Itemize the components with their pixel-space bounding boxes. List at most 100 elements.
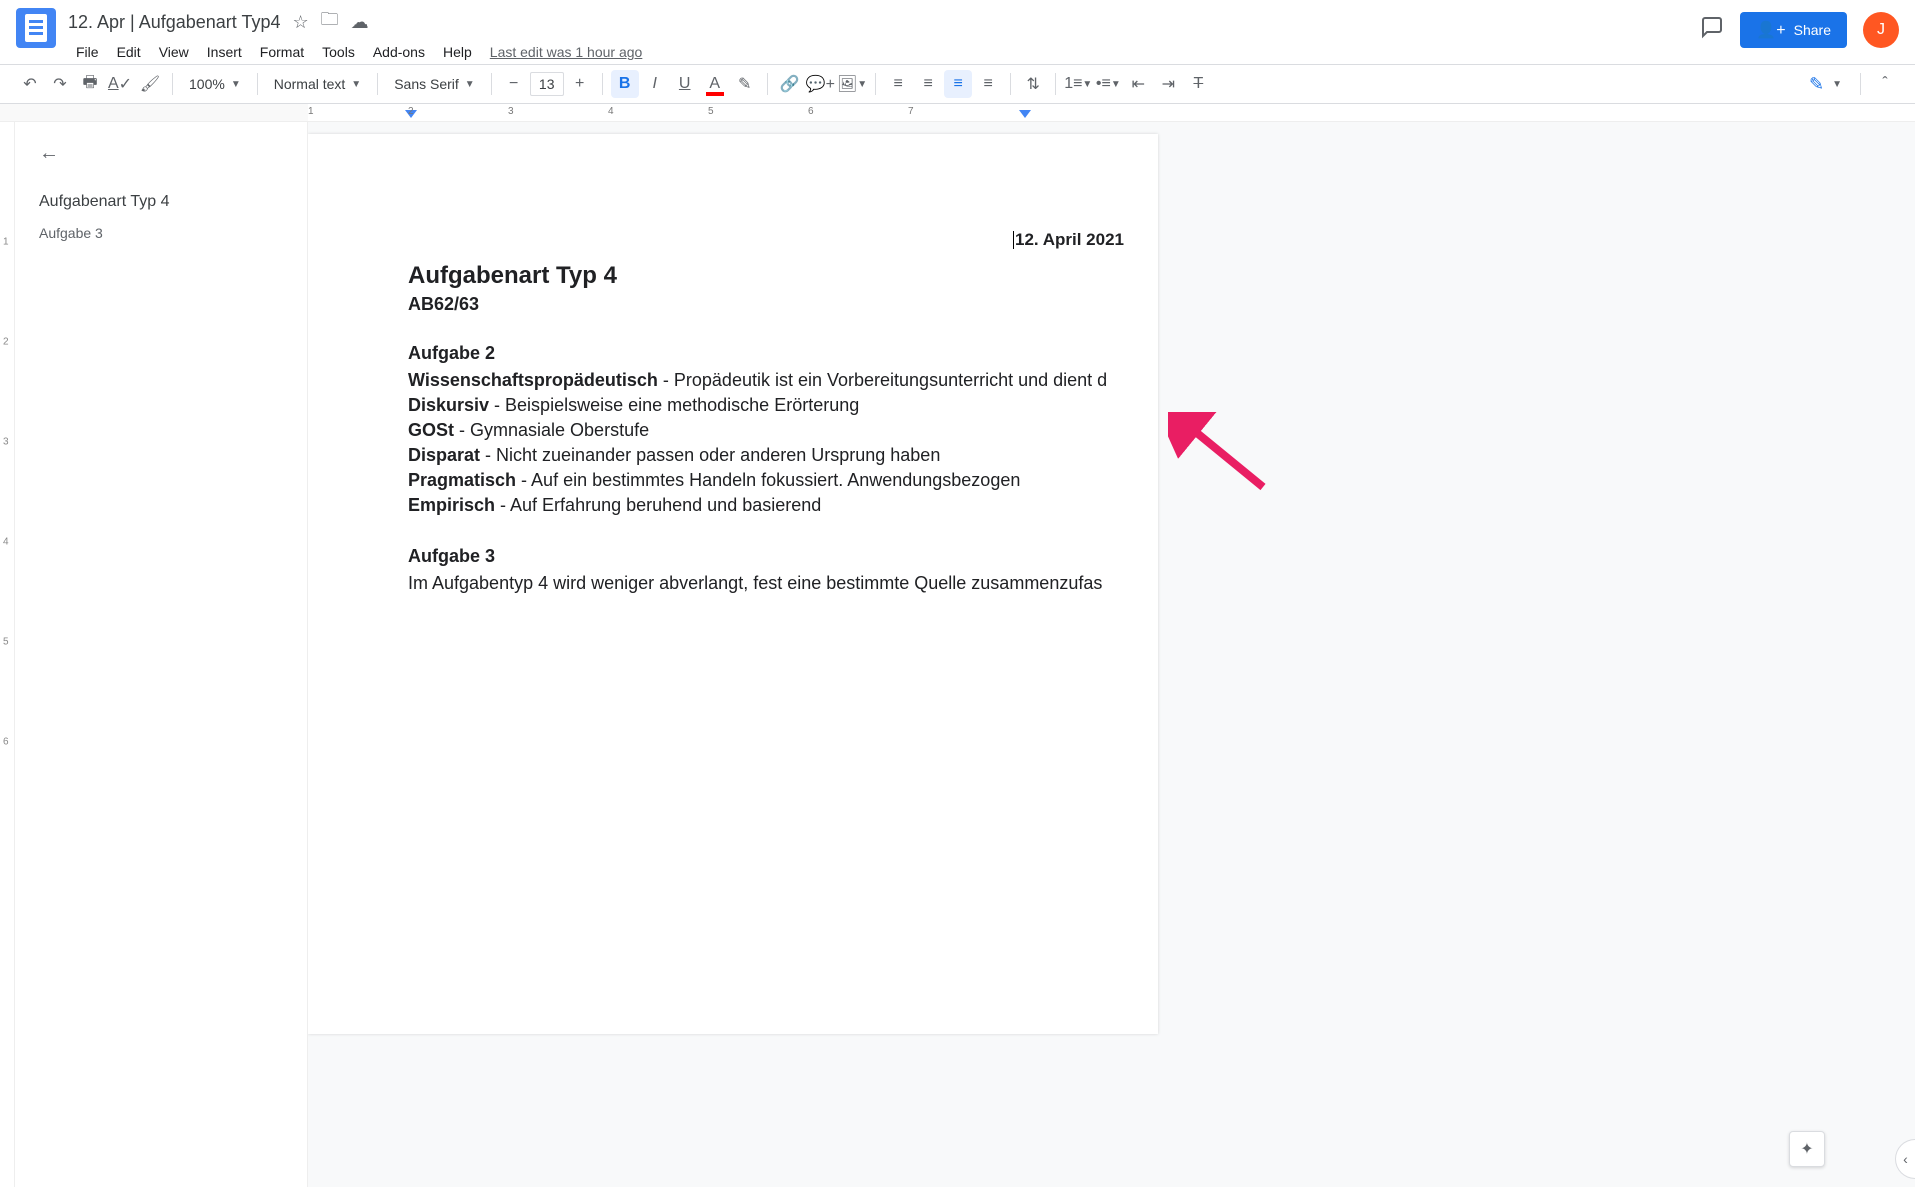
section-title[interactable]: Aufgabe 2	[408, 343, 1130, 364]
right-indent-marker[interactable]	[1019, 110, 1031, 118]
redo-button[interactable]: ↷	[46, 70, 74, 98]
bold-button[interactable]: B	[611, 70, 639, 98]
menu-edit[interactable]: Edit	[109, 40, 149, 64]
docs-logo-inner	[25, 14, 47, 42]
insert-comment-button[interactable]: 💬+	[806, 70, 835, 98]
font-size-decrease[interactable]: −	[500, 70, 528, 98]
ruler-mark: 3	[508, 106, 514, 117]
ruler-mark: 6	[808, 106, 814, 117]
insert-link-button[interactable]: 🔗	[776, 70, 804, 98]
separator	[1010, 73, 1011, 95]
paragraph-style-select[interactable]: Normal text ▼	[266, 70, 369, 98]
align-right-button[interactable]: ≡	[944, 70, 972, 98]
last-edit-link[interactable]: Last edit was 1 hour ago	[490, 44, 643, 60]
increase-indent-button[interactable]: ⇥	[1154, 70, 1182, 98]
decrease-indent-button[interactable]: ⇤	[1124, 70, 1152, 98]
separator	[172, 73, 173, 95]
v-ruler-mark: 2	[3, 337, 9, 348]
outline-item[interactable]: Aufgabenart Typ 4	[39, 185, 291, 219]
menu-insert[interactable]: Insert	[199, 40, 250, 64]
date-line[interactable]: 12. April 2021	[408, 230, 1130, 250]
align-left-button[interactable]: ≡	[884, 70, 912, 98]
separator	[1055, 73, 1056, 95]
clear-formatting-button[interactable]: T	[1184, 70, 1212, 98]
editing-mode-button[interactable]: ✎ ▼	[1801, 70, 1850, 99]
align-justify-button[interactable]: ≡	[974, 70, 1002, 98]
font-size-input[interactable]	[530, 72, 564, 96]
italic-button[interactable]: I	[641, 70, 669, 98]
horizontal-ruler[interactable]: 1234567	[0, 104, 1915, 122]
menu-help[interactable]: Help	[435, 40, 480, 64]
menu-tools[interactable]: Tools	[314, 40, 363, 64]
font-size-increase[interactable]: +	[566, 70, 594, 98]
chevron-down-icon: ▼	[231, 79, 241, 90]
menu-file[interactable]: File	[68, 40, 107, 64]
font-select[interactable]: Sans Serif ▼	[386, 70, 483, 98]
font-value: Sans Serif	[394, 76, 459, 92]
annotation-arrow-icon	[1168, 412, 1278, 502]
ruler-track[interactable]: 1234567	[308, 104, 1915, 121]
insert-image-button[interactable]: 🖼 ▼	[837, 70, 867, 98]
title-row: 12. Apr | Aufgabenart Typ4 ☆ 🗀 ☁	[68, 8, 1684, 36]
chevron-down-icon: ▼	[1082, 79, 1092, 90]
menu-view[interactable]: View	[151, 40, 197, 64]
undo-button[interactable]: ↶	[16, 70, 44, 98]
underline-button[interactable]: U	[671, 70, 699, 98]
align-center-button[interactable]: ≡	[914, 70, 942, 98]
numbered-list-button[interactable]: 1≡ ▼	[1064, 70, 1092, 98]
page[interactable]: 12. April 2021 Aufgabenart Typ 4 AB62/63…	[308, 134, 1158, 1034]
definition-line[interactable]: Disparat - Nicht zueinander passen oder …	[408, 445, 1130, 466]
section-title[interactable]: Aufgabe 3	[408, 546, 1130, 567]
paragraph-text[interactable]: Im Aufgabentyp 4 wird weniger abverlangt…	[408, 573, 1130, 594]
term: Empirisch	[408, 495, 495, 515]
definition-line[interactable]: Empirisch - Auf Erfahrung beruhend und b…	[408, 495, 1130, 516]
explore-button[interactable]: ✦	[1789, 1131, 1825, 1167]
term: Wissenschaftspropädeutisch	[408, 370, 658, 390]
collapse-toolbar-button[interactable]: ˆ	[1871, 70, 1899, 98]
subheading[interactable]: AB62/63	[408, 294, 1130, 315]
definition-line[interactable]: Diskursiv - Beispielsweise eine methodis…	[408, 395, 1130, 416]
menu-add-ons[interactable]: Add-ons	[365, 40, 433, 64]
definition: - Propädeutik ist ein Vorbereitungsunter…	[658, 370, 1107, 390]
document-canvas[interactable]: 12. April 2021 Aufgabenart Typ 4 AB62/63…	[308, 122, 1915, 1187]
ruler-mark: 2	[408, 106, 414, 117]
spellcheck-button[interactable]: A✓	[106, 70, 134, 98]
outline-item[interactable]: Aufgabe 3	[39, 219, 291, 247]
heading-1[interactable]: Aufgabenart Typ 4	[408, 262, 1130, 290]
outline-panel: ← Aufgabenart Typ 4 Aufgabe 3	[15, 122, 308, 1187]
zoom-select[interactable]: 100% ▼	[181, 70, 249, 98]
highlight-color-button[interactable]: ✎	[731, 70, 759, 98]
definition: - Auf ein bestimmtes Handeln fokussiert.…	[516, 470, 1020, 490]
line-spacing-button[interactable]: ⇅	[1019, 70, 1047, 98]
account-avatar[interactable]: J	[1863, 12, 1899, 48]
toolbar-right: ✎ ▼ ˆ	[1801, 70, 1899, 99]
share-button[interactable]: 👤+ Share	[1740, 12, 1847, 48]
menu-bar: FileEditViewInsertFormatToolsAdd-onsHelp…	[68, 38, 1684, 66]
bulleted-list-button[interactable]: •≡ ▼	[1094, 70, 1122, 98]
v-ruler-mark: 4	[3, 537, 9, 548]
v-ruler-mark: 6	[3, 737, 9, 748]
chevron-down-icon: ▼	[351, 79, 361, 90]
cloud-status-icon[interactable]: ☁	[351, 12, 369, 33]
document-title[interactable]: 12. Apr | Aufgabenart Typ4	[68, 12, 281, 33]
text-color-button[interactable]: A	[701, 70, 729, 98]
comments-icon[interactable]	[1700, 15, 1724, 45]
paint-format-button[interactable]: 🖌	[136, 70, 164, 98]
text-color-swatch	[706, 92, 724, 96]
vertical-ruler[interactable]: 123456	[0, 122, 15, 1187]
docs-logo-icon[interactable]	[16, 8, 56, 48]
definition-line[interactable]: GOSt - Gymnasiale Oberstufe	[408, 420, 1130, 441]
zoom-value: 100%	[189, 76, 225, 92]
style-value: Normal text	[274, 76, 346, 92]
print-button[interactable]: 🖶	[76, 70, 104, 98]
definition-line[interactable]: Pragmatisch - Auf ein bestimmtes Handeln…	[408, 470, 1130, 491]
star-icon[interactable]: ☆	[293, 12, 309, 33]
definition-line[interactable]: Wissenschaftspropädeutisch - Propädeutik…	[408, 370, 1130, 391]
move-icon[interactable]: 🗀	[321, 7, 339, 37]
menu-format[interactable]: Format	[252, 40, 312, 64]
outline-back-button[interactable]: ←	[39, 142, 291, 165]
chevron-down-icon: ▼	[465, 79, 475, 90]
term: Disparat	[408, 445, 480, 465]
definition: - Gymnasiale Oberstufe	[454, 420, 649, 440]
ruler-mark: 1	[308, 106, 314, 117]
